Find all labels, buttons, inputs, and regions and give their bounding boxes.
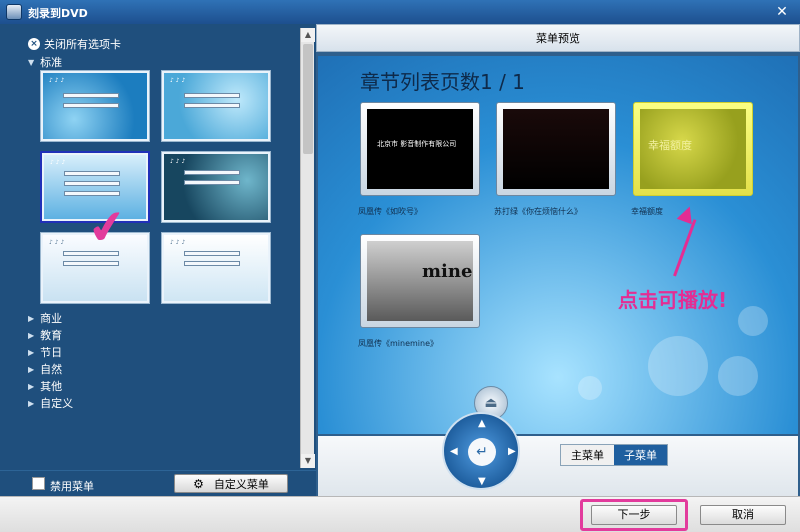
menu-tabs: 主菜单 子菜单 <box>560 444 668 466</box>
chapter-label-3: 幸福额度 <box>631 207 663 216</box>
template-scrollbar[interactable]: ▲ ▼ <box>300 28 315 468</box>
category-education[interactable]: ▶ 教育 <box>28 327 62 343</box>
selected-checkmark-icon: ✔ <box>84 197 131 257</box>
bottom-bar: 下一步 取消 <box>0 496 800 532</box>
chapter-thumb-4[interactable]: mine <box>360 234 480 328</box>
play-hint-text: 点击可播放! <box>618 288 728 312</box>
gear-icon: ⚙ <box>193 476 204 491</box>
cancel-button[interactable]: 取消 <box>700 505 786 525</box>
category-standard[interactable]: ▼ 标准 <box>28 54 62 70</box>
menu-preview: 章节列表页数1 / 1 北京市 影音制作有限公司 凤凰传《如吹号》 苏打绿《你在… <box>318 56 798 434</box>
template-thumb-2[interactable]: ♪ ♪ ♪ <box>161 70 271 142</box>
disable-menu-label: 禁用菜单 <box>50 480 94 493</box>
category-holiday[interactable]: ▶ 节日 <box>28 344 62 360</box>
collapsed-arrow-icon: ▶ <box>28 381 35 391</box>
tab-main-menu[interactable]: 主菜单 <box>561 445 614 465</box>
collapsed-arrow-icon: ▶ <box>28 347 35 357</box>
dpad-down-icon[interactable]: ▼ <box>478 476 486 487</box>
close-all-tabs-label: 关闭所有选项卡 <box>44 38 121 51</box>
dpad-control[interactable]: ▲ ▼ ◀ ▶ ↵ <box>442 412 520 490</box>
chapter-list-title: 章节列表页数1 / 1 <box>360 70 525 94</box>
collapsed-arrow-icon: ▶ <box>28 313 35 323</box>
left-footer: 禁用菜单 ⚙ 自定义菜单 <box>0 470 316 496</box>
nav-area: ▲ ▼ ◀ ▶ ↵ 主菜单 子菜单 <box>318 412 798 496</box>
close-tabs-icon: × <box>28 38 40 50</box>
hint-arrow-line <box>673 219 697 277</box>
template-thumb-6[interactable]: ♪ ♪ ♪ <box>161 232 271 304</box>
category-label: 标准 <box>40 56 63 69</box>
title-bar: 刻录到DVD ✕ <box>0 0 800 24</box>
category-other[interactable]: ▶ 其他 <box>28 378 62 394</box>
custom-menu-label: 自定义菜单 <box>213 477 269 491</box>
chapter-label-2: 苏打绿《你在烦恼什么》 <box>494 207 582 216</box>
chapter-thumb-2[interactable] <box>496 102 616 196</box>
scroll-thumb[interactable] <box>303 44 313 154</box>
chapter-thumb-3-highlighted[interactable]: 幸福额度 <box>633 102 753 196</box>
expanded-arrow-icon: ▼ <box>28 57 35 67</box>
dpad-up-icon[interactable]: ▲ <box>478 418 486 429</box>
tab-sub-menu[interactable]: 子菜单 <box>614 445 667 465</box>
custom-menu-button[interactable]: ⚙ 自定义菜单 <box>174 474 288 493</box>
template-thumb-4[interactable]: ♪ ♪ ♪ <box>161 151 271 223</box>
window-title: 刻录到DVD <box>28 7 88 20</box>
scroll-down-icon[interactable]: ▼ <box>301 454 315 468</box>
collapsed-arrow-icon: ▶ <box>28 330 35 340</box>
chapter-thumb-1[interactable]: 北京市 影音制作有限公司 <box>360 102 480 196</box>
app-icon <box>6 4 22 20</box>
category-business[interactable]: ▶ 商业 <box>28 310 62 326</box>
template-thumb-1[interactable]: ♪ ♪ ♪ <box>40 70 150 142</box>
close-all-tabs[interactable]: × 关闭所有选项卡 <box>28 36 121 52</box>
template-panel: × 关闭所有选项卡 ▼ 标准 ♪ ♪ ♪ ♪ ♪ ♪ ♪ ♪ ♪ ♪ ♪ ♪ ♪… <box>0 24 316 470</box>
category-custom[interactable]: ▶ 自定义 <box>28 395 73 411</box>
category-nature[interactable]: ▶ 自然 <box>28 361 62 377</box>
close-icon[interactable]: ✕ <box>772 3 792 21</box>
collapsed-arrow-icon: ▶ <box>28 398 35 408</box>
collapsed-arrow-icon: ▶ <box>28 364 35 374</box>
disable-menu-checkbox[interactable] <box>32 477 45 490</box>
chapter-label-4: 凤凰传《minemine》 <box>358 339 439 348</box>
preview-header: 菜单预览 <box>316 24 800 52</box>
preview-panel: 菜单预览 章节列表页数1 / 1 北京市 影音制作有限公司 凤凰传《如吹号》 苏… <box>316 24 800 496</box>
scroll-up-icon[interactable]: ▲ <box>301 28 315 42</box>
chapter-label-1: 凤凰传《如吹号》 <box>358 207 422 216</box>
dpad-right-icon[interactable]: ▶ <box>508 446 516 457</box>
dpad-left-icon[interactable]: ◀ <box>450 446 458 457</box>
next-button[interactable]: 下一步 <box>591 505 677 525</box>
dpad-enter-icon[interactable]: ↵ <box>468 438 496 466</box>
